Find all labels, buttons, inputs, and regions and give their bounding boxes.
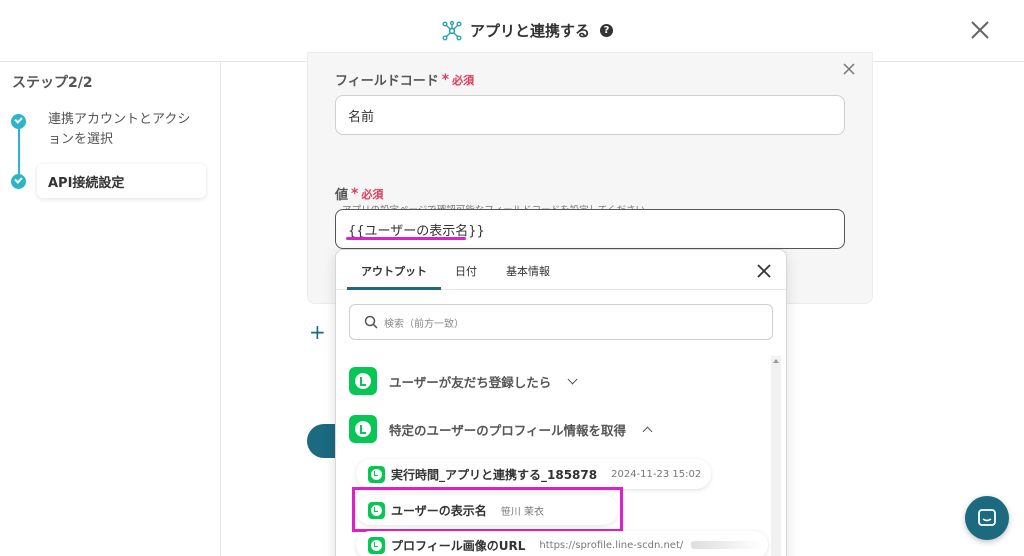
value-label-text: 値 — [335, 188, 349, 203]
support-chat-button[interactable] — [965, 496, 1009, 540]
chevron-up-icon — [642, 426, 653, 436]
add-field-icon[interactable]: + — [309, 320, 326, 344]
required-star: * — [441, 71, 450, 88]
integration-hub-icon — [442, 20, 462, 40]
picker-scrollbar[interactable] — [771, 356, 781, 556]
line-app-icon — [349, 367, 377, 395]
required-text: 必須 — [452, 73, 475, 87]
picker-tabs: アウトプット 日付 基本情報 — [336, 250, 786, 290]
value-highlight-underline — [346, 237, 466, 240]
required-text: 必須 — [361, 187, 384, 201]
required-star: * — [351, 185, 359, 202]
app-trigger-friend-added[interactable]: ユーザーが友だち登録したら — [349, 367, 578, 395]
step-1-label[interactable]: 連携アカウントとアクションを選択 — [48, 110, 198, 150]
app-action-label: 特定のユーザーのプロフィール情報を取得 — [389, 422, 627, 438]
close-modal-icon[interactable] — [968, 18, 992, 42]
scroll-up-arrow-icon[interactable] — [773, 359, 779, 363]
line-app-icon — [368, 465, 385, 483]
output-value: https://sprofile.line-scdn.net/ — [539, 539, 684, 551]
active-tab-indicator — [347, 287, 441, 290]
picker-search-input[interactable]: 検索（前方一致） — [349, 304, 773, 340]
close-picker-icon[interactable] — [757, 264, 771, 278]
step-sidebar: ステップ2/2 連携アカウントとアクションを選択 API接続設定 — [0, 62, 221, 556]
output-value: 2024-11-23 15:02 — [611, 468, 702, 480]
step-2-label: API接続設定 — [48, 176, 125, 191]
chevron-down-icon — [567, 374, 578, 384]
tab-basic-info[interactable]: 基本情報 — [506, 263, 550, 279]
step-2-check-icon — [11, 174, 26, 189]
line-app-icon — [349, 415, 377, 443]
line-app-icon — [368, 536, 385, 554]
step-connector-line — [18, 122, 20, 182]
output-item-profile-url[interactable]: プロフィール画像のURL https://sprofile.line-scdn.… — [356, 531, 768, 556]
step-progress-title: ステップ2/2 — [12, 75, 93, 91]
modal-title: アプリと連携する ? — [442, 20, 614, 41]
step-2-current[interactable]: API接続設定 — [37, 164, 206, 198]
value-input[interactable]: {{ユーザーの表示名}} — [335, 209, 845, 249]
output-name: プロフィール画像のURL — [391, 538, 526, 553]
field-code-label: フィールドコード * 必須 — [335, 70, 475, 90]
remove-field-icon[interactable] — [843, 63, 855, 75]
truncated-value-fade — [691, 541, 762, 549]
field-code-input[interactable]: 名前 — [335, 95, 845, 135]
tab-output[interactable]: アウトプット — [361, 263, 427, 279]
chat-icon — [978, 509, 996, 526]
help-icon[interactable]: ? — [600, 24, 614, 37]
tab-date[interactable]: 日付 — [455, 263, 477, 279]
step-1-check-icon — [11, 114, 26, 129]
search-icon — [364, 315, 378, 329]
app-trigger-label: ユーザーが友だち登録したら — [389, 374, 552, 390]
search-placeholder: 検索（前方一致） — [384, 318, 464, 330]
output-item-exec-time[interactable]: 実行時間_アプリと連携する_185878 2024-11-23 15:02 — [356, 459, 711, 489]
output-name: 実行時間_アプリと連携する_185878 — [391, 467, 598, 482]
modal-title-text: アプリと連携する — [470, 22, 591, 40]
value-label: 値 * 必須 — [335, 184, 384, 204]
selection-highlight-box — [352, 487, 623, 532]
app-action-get-profile[interactable]: 特定のユーザーのプロフィール情報を取得 — [349, 415, 653, 443]
field-code-label-text: フィールドコード — [335, 74, 439, 89]
